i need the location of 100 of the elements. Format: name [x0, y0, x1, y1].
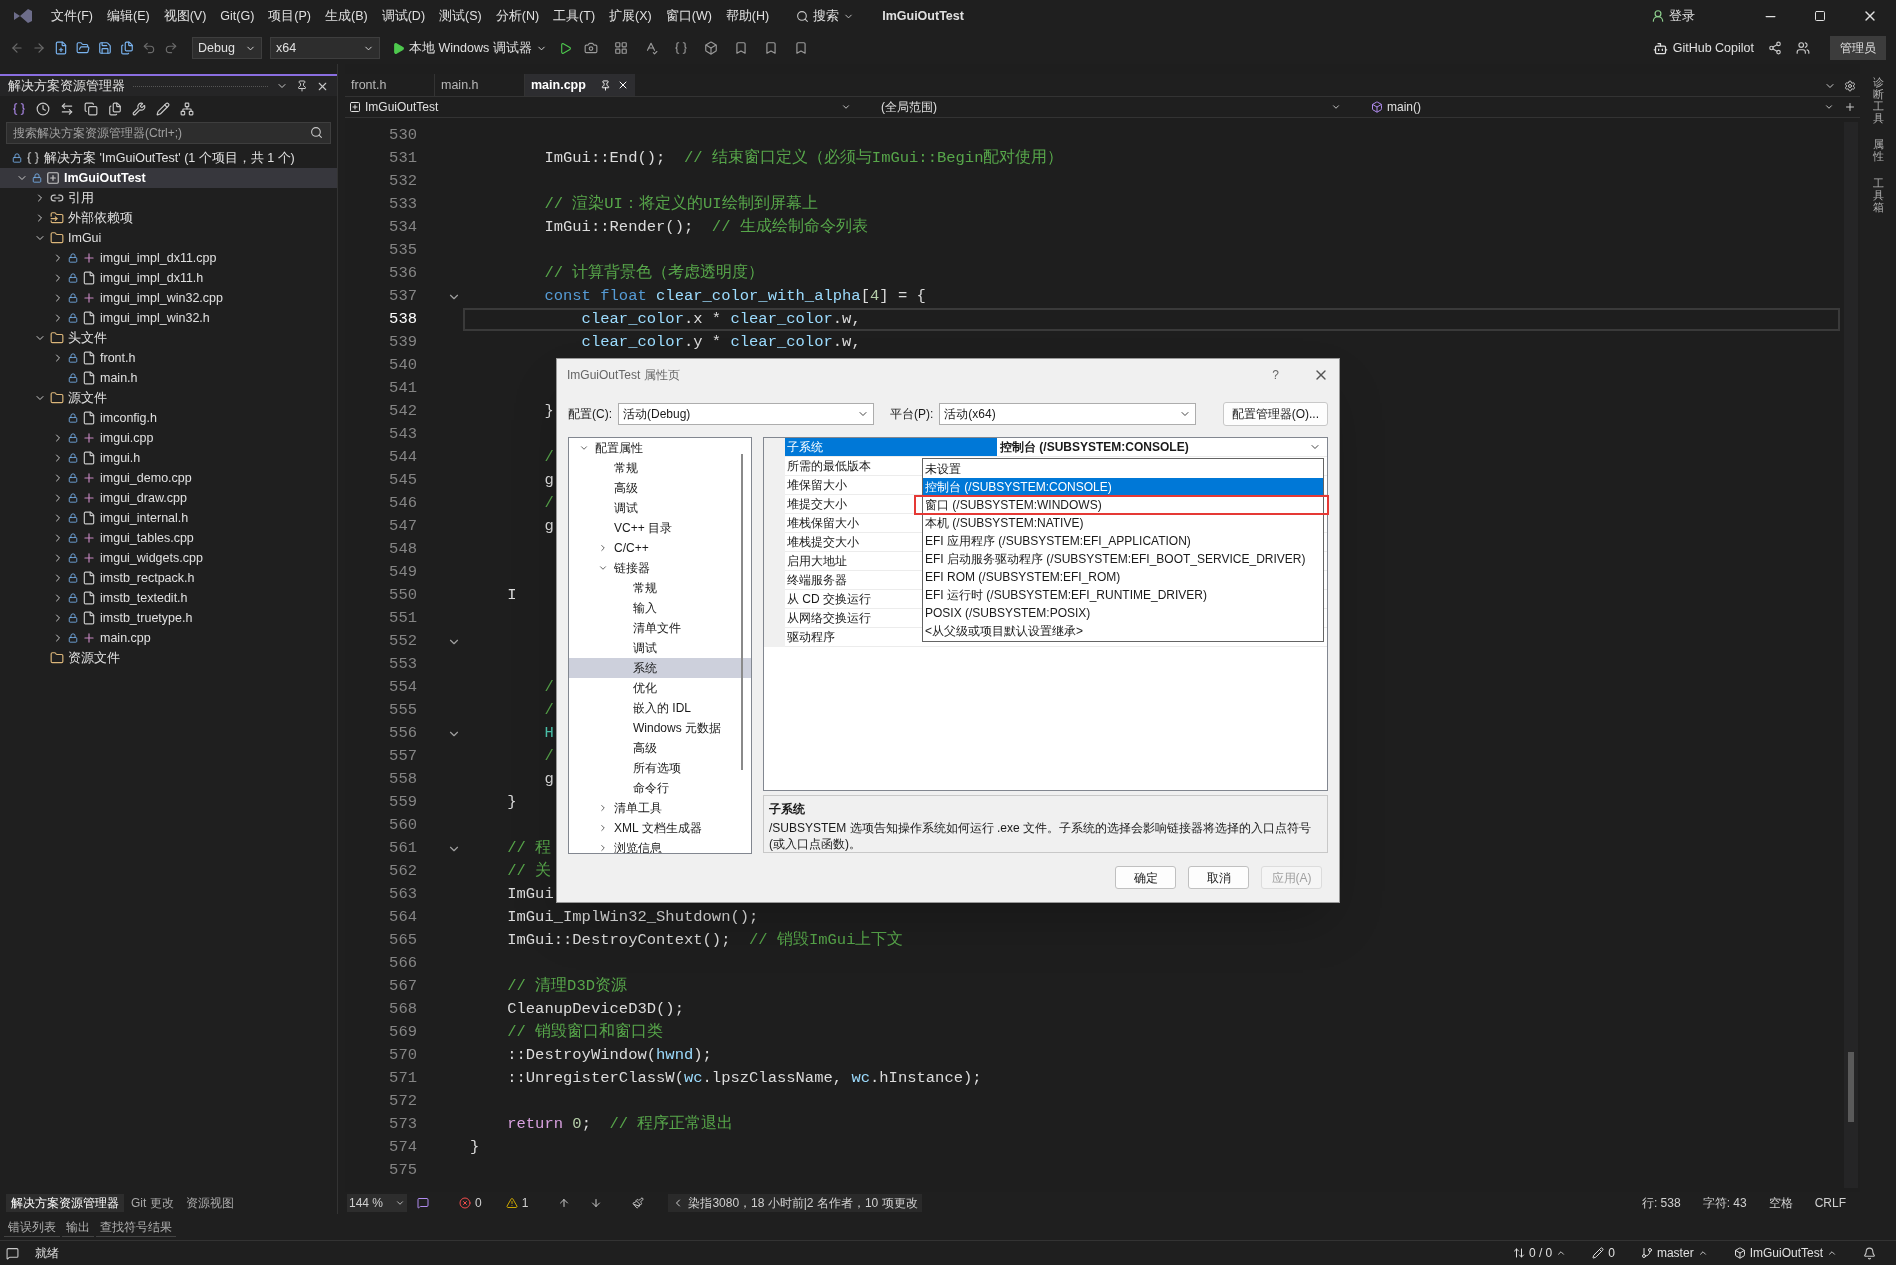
panel-tab[interactable]: 错误列表 [4, 1217, 60, 1237]
tree-item[interactable]: 嵌入的 IDL [569, 698, 751, 718]
configuration-manager-button[interactable]: 配置管理器(O)... [1222, 402, 1328, 426]
expander-icon[interactable] [598, 843, 608, 853]
split-icon[interactable] [1844, 101, 1856, 113]
close-icon[interactable] [617, 79, 629, 91]
search-icon[interactable] [796, 9, 810, 23]
menu-item[interactable]: 生成(B) [318, 2, 375, 30]
dropdown-option[interactable]: 未设置 [923, 460, 1323, 478]
tree-item[interactable]: imgui.cpp [0, 428, 337, 448]
tree-item[interactable]: imgui_demo.cpp [0, 468, 337, 488]
branch-indicator[interactable]: master [1640, 1244, 1708, 1262]
tree-item[interactable]: 解决方案 'ImGuiOutTest' (1 个项目，共 1 个) [0, 148, 337, 168]
person-icon[interactable] [1651, 9, 1665, 23]
chat-icon[interactable] [6, 1246, 19, 1260]
tree-item[interactable]: 外部依赖项 [0, 208, 337, 228]
configuration-dropdown[interactable]: 活动(Debug) [618, 403, 874, 425]
save-all-icon[interactable] [120, 41, 134, 55]
pin-icon[interactable] [600, 79, 611, 91]
people-icon[interactable] [1796, 41, 1810, 55]
tree-item[interactable]: 调试 [569, 638, 751, 658]
dropdown-option[interactable]: EFI 运行时 (/SUBSYSTEM:EFI_RUNTIME_DRIVER) [923, 586, 1323, 604]
dropdown-option[interactable]: POSIX (/SUBSYSTEM:POSIX) [923, 604, 1323, 622]
panel-tab[interactable]: 输出 [62, 1217, 94, 1237]
collapse-icon[interactable] [84, 102, 98, 116]
tree-item[interactable]: imstb_rectpack.h [0, 568, 337, 588]
box-icon[interactable] [703, 41, 718, 55]
camera-icon[interactable] [583, 41, 598, 55]
dialog-button[interactable]: 取消 [1188, 866, 1249, 889]
menu-item[interactable]: 分析(N) [488, 2, 547, 30]
platform-dropdown[interactable]: 活动(x64) [939, 403, 1197, 425]
repository-indicator[interactable]: ImGuiOutTest [1733, 1244, 1837, 1262]
bookmark-icon[interactable] [793, 41, 808, 55]
property-name[interactable]: 子系统 [785, 438, 997, 456]
menu-item[interactable]: 项目(P) [261, 2, 318, 30]
tree-item[interactable]: front.h [0, 348, 337, 368]
tree-item[interactable]: imgui_impl_win32.cpp [0, 288, 337, 308]
tree-item[interactable]: 链接器 [569, 558, 751, 578]
property-value-dropdown[interactable]: 控制台 (/SUBSYSTEM:CONSOLE) [997, 438, 1327, 456]
menu-item[interactable]: 测试(S) [432, 2, 489, 30]
preview-icon[interactable] [156, 102, 170, 116]
tree-item[interactable]: 清单工具 [569, 798, 751, 818]
zoom-dropdown[interactable]: 144 % [347, 1194, 407, 1212]
tree-item[interactable]: 浏览信息 [569, 838, 751, 853]
notification-icon[interactable] [1863, 1246, 1876, 1260]
back-icon[interactable] [10, 41, 24, 55]
dropdown-option[interactable]: <从父级或项目默认设置继承> [923, 622, 1323, 640]
side-tab[interactable]: 属性 [1872, 138, 1884, 163]
tree-item[interactable]: ImGui [0, 228, 337, 248]
history-icon[interactable] [36, 102, 50, 116]
help-button[interactable]: ? [1272, 366, 1279, 384]
run-button[interactable]: 本地 Windows 调试器 [388, 38, 551, 58]
tree-item[interactable]: imgui_tables.cpp [0, 528, 337, 548]
tree-item[interactable]: 优化 [569, 678, 751, 698]
tree-item[interactable]: imgui_impl_win32.h [0, 308, 337, 328]
save-icon[interactable] [98, 41, 112, 55]
dropdown-option[interactable]: 窗口 (/SUBSYSTEM:WINDOWS) [923, 496, 1323, 514]
changes-indicator[interactable]: 0 / 0 [1512, 1244, 1567, 1262]
project-dropdown[interactable]: ImGuiOutTest [345, 97, 855, 117]
redo-icon[interactable] [164, 41, 178, 55]
hierarchy-icon[interactable] [180, 102, 194, 116]
maximize-icon[interactable] [1814, 10, 1826, 22]
menu-item[interactable]: 工具(T) [546, 2, 603, 30]
admin-button[interactable]: 管理员 [1830, 36, 1886, 60]
tree-item[interactable]: 所有选项 [569, 758, 751, 778]
tree-item[interactable]: XML 文档生成器 [569, 818, 751, 838]
tree-item[interactable]: imstb_textedit.h [0, 588, 337, 608]
braces-icon[interactable] [673, 41, 688, 55]
column-indicator[interactable]: 字符: 43 [1702, 1194, 1747, 1212]
tree-item[interactable]: main.cpp [0, 628, 337, 648]
expander-icon[interactable] [598, 563, 608, 573]
wrench-icon[interactable] [132, 102, 146, 116]
scope-dropdown[interactable]: (全局范围) [861, 97, 1361, 117]
side-tab[interactable]: 诊断工具 [1872, 76, 1884, 125]
menu-item[interactable]: 编辑(E) [99, 2, 157, 30]
grid-icon[interactable] [613, 41, 628, 55]
tree-item[interactable]: 调试 [569, 498, 751, 518]
tree-item[interactable]: imgui_draw.cpp [0, 488, 337, 508]
sign-in-button[interactable]: 登录 [1651, 6, 1695, 26]
menu-item[interactable]: 帮助(H) [718, 2, 777, 30]
tree-item[interactable]: 配置属性 [569, 438, 751, 458]
copilot-button[interactable]: GitHub Copilot [1652, 38, 1754, 58]
bookmark-icon[interactable] [763, 41, 778, 55]
tree-item[interactable]: 常规 [569, 578, 751, 598]
dialog-button[interactable]: 确定 [1115, 866, 1176, 889]
indent-indicator[interactable]: 空格 [1768, 1194, 1793, 1212]
tree-item[interactable]: ImGuiOutTest [0, 168, 337, 188]
line-indicator[interactable]: 行: 538 [1641, 1194, 1681, 1212]
menu-item[interactable]: 扩展(X) [602, 2, 659, 30]
warning-count[interactable]: 1 [505, 1194, 529, 1212]
search-field[interactable]: 搜索解决方案资源管理器(Ctrl+;) [6, 122, 331, 144]
tree-item[interactable]: imgui_internal.h [0, 508, 337, 528]
new-file-icon[interactable] [54, 41, 68, 55]
expander-icon[interactable] [598, 543, 608, 553]
tree-item[interactable]: imconfig.h [0, 408, 337, 428]
tree-item[interactable]: 高级 [569, 738, 751, 758]
tree-item[interactable]: 头文件 [0, 328, 337, 348]
tree-item[interactable]: C/C++ [569, 538, 751, 558]
tree-item[interactable]: 输入 [569, 598, 751, 618]
brush-icon[interactable] [632, 1197, 645, 1209]
